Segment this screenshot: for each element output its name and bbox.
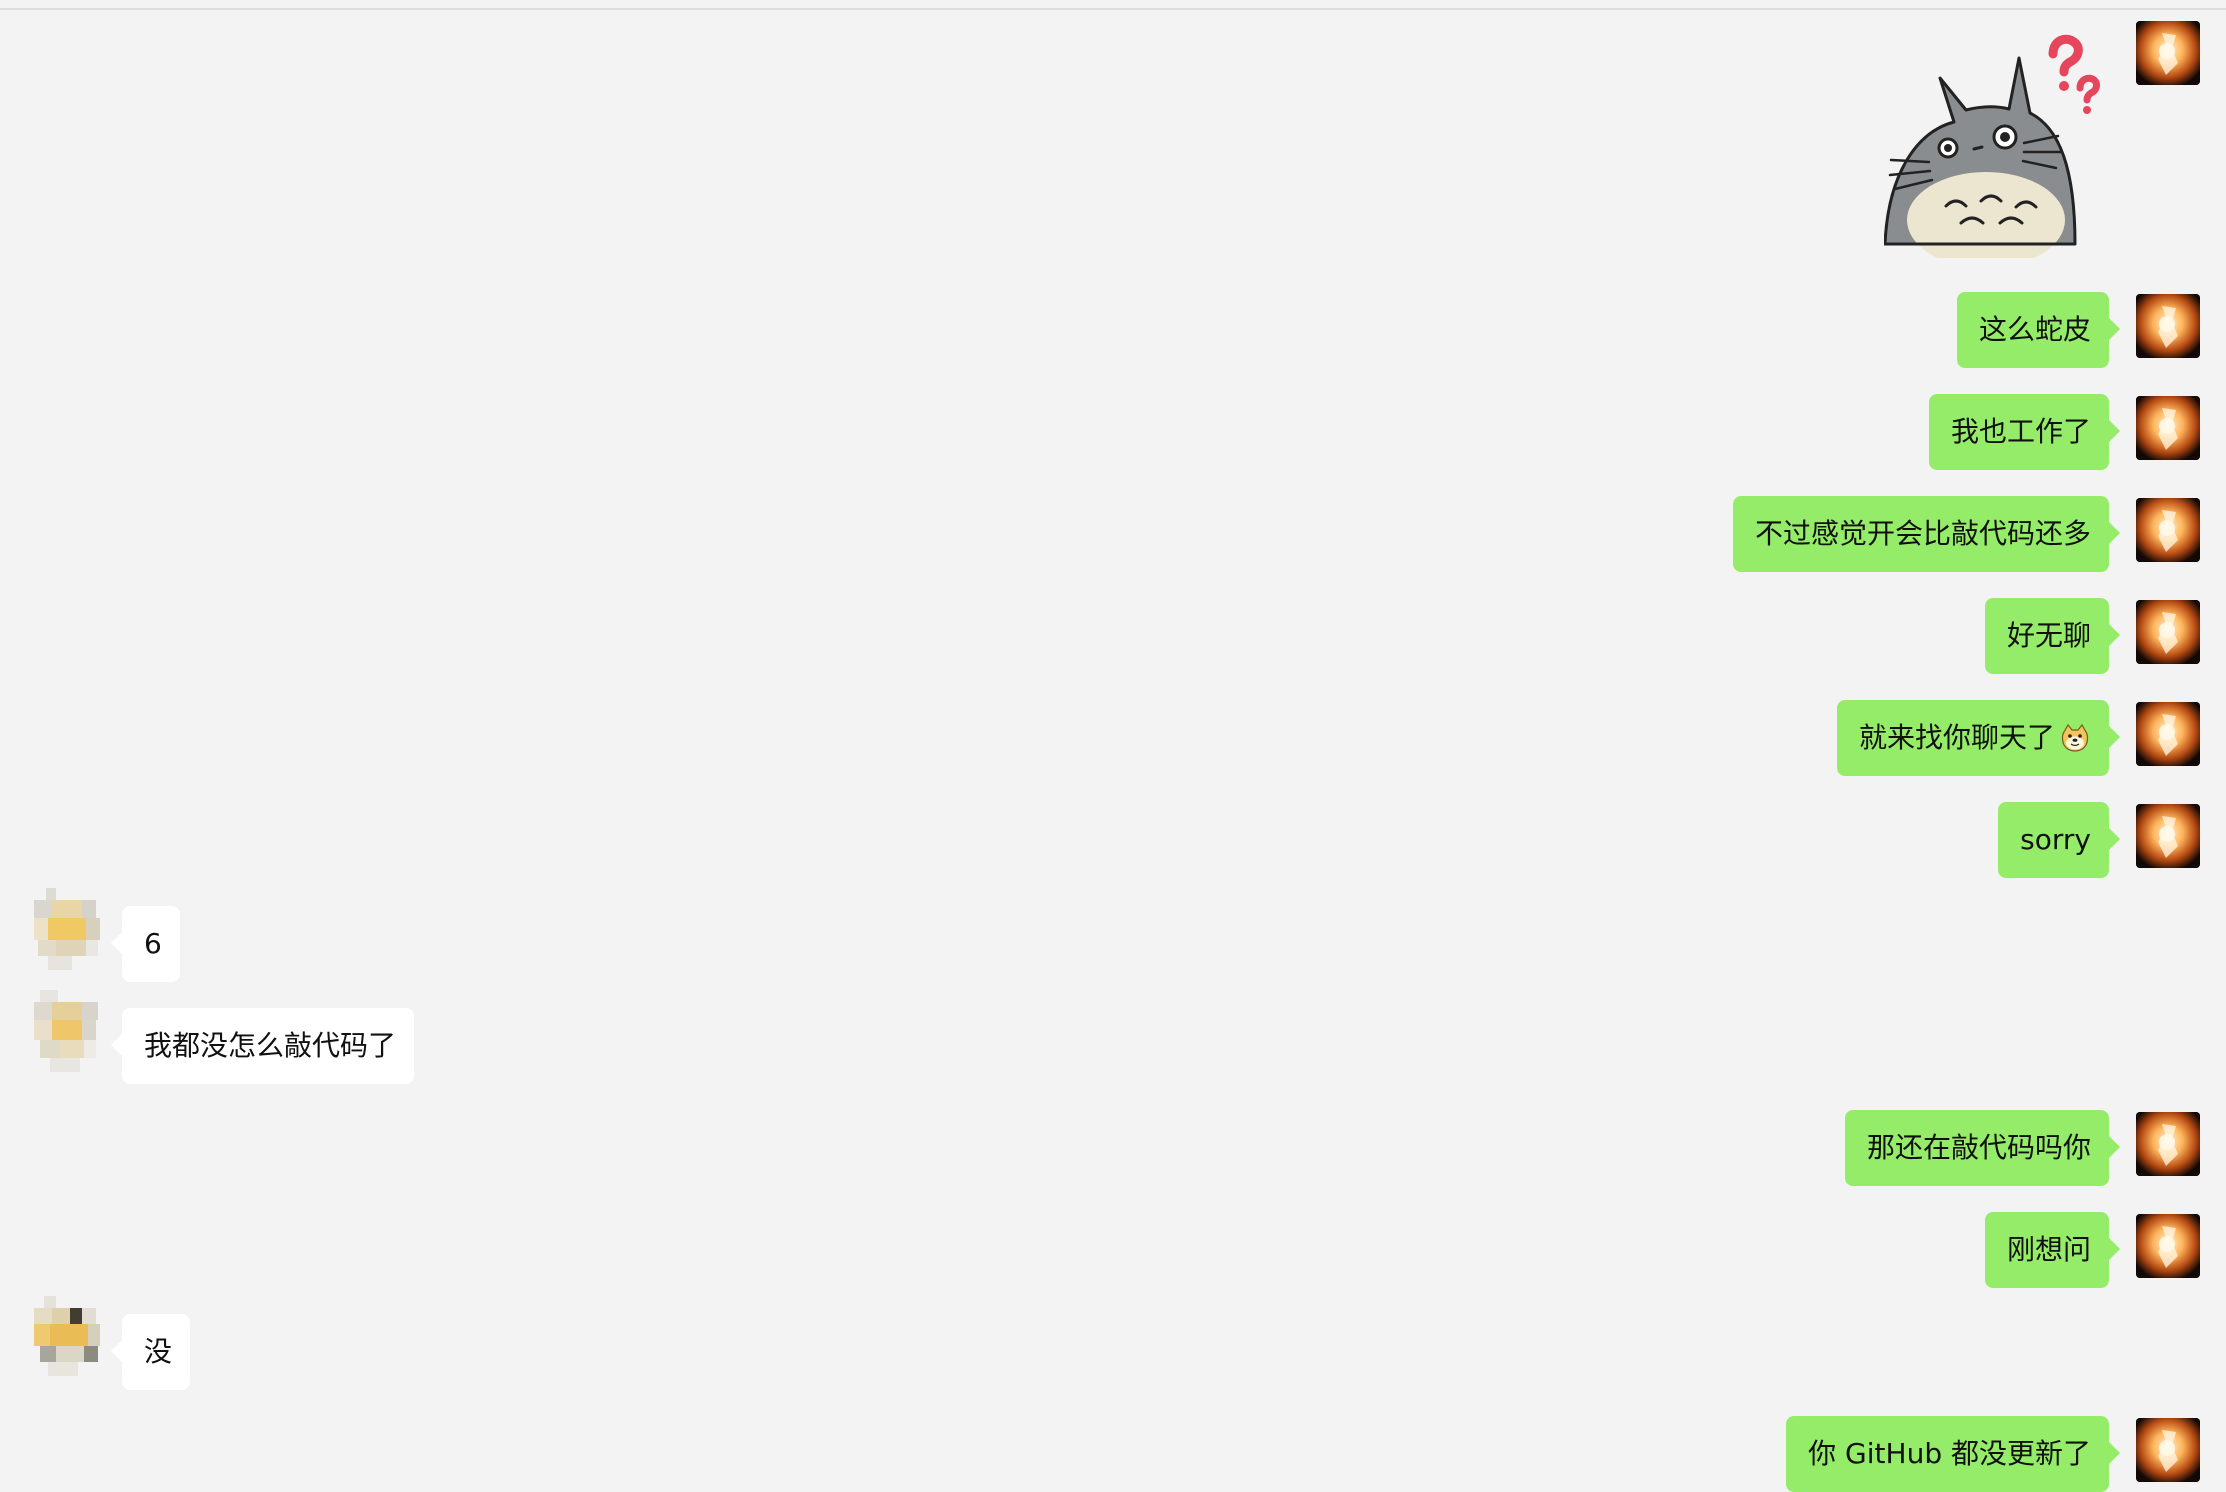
my-avatar[interactable] <box>2136 498 2200 562</box>
message-row: 你 GitHub 都没更新了 <box>0 1416 2226 1492</box>
outgoing-message-bubble[interactable]: 刚想问 <box>1984 1212 2121 1288</box>
outgoing-message-bubble[interactable]: 就来找你聊天了 <box>1836 700 2121 776</box>
totoro-confused-sticker-icon[interactable] <box>1883 30 2114 268</box>
message-row: 刚想问 <box>0 1212 2226 1292</box>
my-avatar[interactable] <box>2136 702 2200 766</box>
message-text: 我都没怎么敲代码了 <box>144 1029 397 1062</box>
message-text: 那还在敲代码吗你 <box>1866 1131 2091 1164</box>
my-avatar[interactable] <box>2136 1214 2200 1278</box>
incoming-message-bubble[interactable]: 没 <box>110 1314 191 1390</box>
message-row: 6 <box>0 888 2226 988</box>
my-avatar[interactable] <box>2136 21 2200 85</box>
message-text: 刚想问 <box>2006 1233 2091 1266</box>
message-row: 我都没怎么敲代码了 <box>0 990 2226 1090</box>
message-text: 6 <box>144 927 162 960</box>
outgoing-message-bubble[interactable]: sorry <box>1998 802 2120 878</box>
outgoing-message-bubble[interactable]: 好无聊 <box>1984 598 2121 674</box>
message-text: 好无聊 <box>2006 619 2091 652</box>
message-text: 就来找你聊天了 <box>1858 721 2055 754</box>
my-avatar[interactable] <box>2136 294 2200 358</box>
message-row: 不过感觉开会比敲代码还多 <box>0 496 2226 576</box>
message-row: 好无聊 <box>0 598 2226 678</box>
incoming-message-bubble[interactable]: 6 <box>111 906 180 982</box>
message-row: sorry <box>0 802 2226 882</box>
friend-avatar[interactable] <box>30 990 104 1074</box>
message-text: 你 GitHub 都没更新了 <box>1808 1437 2091 1470</box>
my-avatar[interactable] <box>2136 1418 2200 1482</box>
message-text: 不过感觉开会比敲代码还多 <box>1754 517 2091 550</box>
outgoing-message-bubble[interactable]: 我也工作了 <box>1928 394 2121 470</box>
outgoing-message-bubble[interactable]: 你 GitHub 都没更新了 <box>1786 1416 2120 1492</box>
message-row: 这么蛇皮 <box>0 292 2226 372</box>
friend-avatar[interactable] <box>30 1296 104 1380</box>
message-row: 我也工作了 <box>0 394 2226 474</box>
my-avatar[interactable] <box>2136 1112 2200 1176</box>
message-row: 就来找你聊天了 <box>0 700 2226 780</box>
outgoing-message-bubble[interactable]: 那还在敲代码吗你 <box>1844 1110 2121 1186</box>
doge-emoji-icon <box>2059 706 2091 752</box>
message-row: 那还在敲代码吗你 <box>0 1110 2226 1190</box>
message-row-sticker <box>0 0 2226 270</box>
message-text: 没 <box>144 1335 173 1368</box>
message-text: 这么蛇皮 <box>1978 313 2091 346</box>
outgoing-message-bubble[interactable]: 不过感觉开会比敲代码还多 <box>1732 496 2121 572</box>
friend-avatar[interactable] <box>30 888 104 972</box>
message-text: sorry <box>2020 823 2091 856</box>
outgoing-message-bubble[interactable]: 这么蛇皮 <box>1956 292 2121 368</box>
my-avatar[interactable] <box>2136 804 2200 868</box>
chat-message-list[interactable]: 这么蛇皮 我也工作了 不过感觉开会比敲代码还多 好无聊 就来找你聊天了 sorr… <box>0 0 2226 1492</box>
message-text: 我也工作了 <box>1950 415 2091 448</box>
message-row: 没 <box>0 1296 2226 1396</box>
incoming-message-bubble[interactable]: 我都没怎么敲代码了 <box>110 1008 415 1084</box>
my-avatar[interactable] <box>2136 600 2200 664</box>
my-avatar[interactable] <box>2136 396 2200 460</box>
